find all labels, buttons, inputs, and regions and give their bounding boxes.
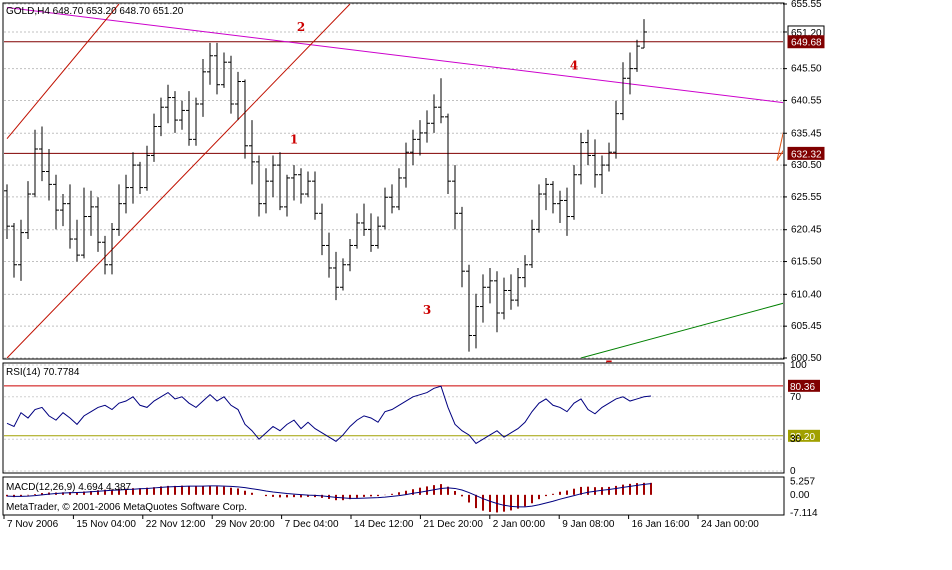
time-tick-label: 24 Jan 00:00 [701,519,759,530]
rsi-pane-frame [2,362,785,474]
price-tick-label: 645.50 [791,64,822,75]
price-axis: 655.55651.20645.50640.55635.45630.50625.… [783,0,825,364]
price-tag-label: 632.32 [791,149,822,160]
wave-label: 1 [290,132,298,146]
time-tick-label: 22 Nov 12:00 [146,519,206,530]
price-tick-label: 620.45 [791,225,822,236]
rsi-tick-label: 100 [790,360,807,371]
rsi-tick-label: 0 [790,466,796,477]
rsi-label: RSI(14) 70.7784 [6,367,80,378]
price-pane[interactable]: 12345 655.55651.20645.50640.55635.45630.… [2,0,952,373]
time-tick-label: 15 Nov 04:00 [76,519,136,530]
copyright-text: MetaTrader, © 2001-2006 MetaQuotes Softw… [6,502,247,513]
price-tick-label: 635.45 [791,128,822,139]
time-tick-label: 2 Jan 00:00 [493,519,546,530]
macd-axis: 5.257 0.00 -7.114 [790,476,818,519]
time-tick-label: 9 Jan 08:00 [562,519,615,530]
brand-text: MetaTrader [6,502,58,513]
macd-tick-label: 5.257 [790,476,815,487]
wave-label: 2 [297,20,305,34]
rsi-pane[interactable]: 80.3633.2010070300 RSI(14) 70.7784 [2,360,820,477]
time-tick-label: 7 Nov 2006 [7,519,59,530]
time-tick-label: 21 Dec 20:00 [423,519,483,530]
rsi-tick-label: 30 [790,434,802,445]
copyright-body: © 2001-2006 MetaQuotes Software Corp. [62,502,247,513]
chart-title: GOLD,H4 648.70 653.20 648.70 651.20 [6,6,184,17]
time-tick-label: 7 Dec 04:00 [285,519,339,530]
time-axis: 7 Nov 2006 15 Nov 04:00 22 Nov 12:00 29 Nov… [3,515,759,530]
price-tick-label: 630.50 [791,160,822,171]
rsi-axis: 80.3633.2010070300 [788,360,820,477]
macd-pane[interactable]: 5.257 0.00 -7.114 MACD(12,26,9) 4.694 4.38… [2,476,818,519]
macd-tick-label: 0.00 [790,490,810,501]
price-tick-label: 610.40 [791,289,822,300]
wave-label: 3 [423,303,431,317]
rsi-tick-label: 70 [790,392,802,403]
macd-tick-label: -7.114 [790,508,818,519]
price-tag-label: 649.68 [791,38,822,49]
price-tick-label: 615.50 [791,257,822,268]
chart-window[interactable]: 12345 655.55651.20645.50640.55635.45630.… [0,0,952,570]
time-tick-label: 16 Jan 16:00 [632,519,690,530]
price-tick-label: 655.55 [791,0,822,10]
price-tick-label: 640.55 [791,95,822,106]
price-tick-label: 605.45 [791,321,822,332]
time-tick-label: 29 Nov 20:00 [215,519,275,530]
macd-label: MACD(12,26,9) 4.694 4.387 [6,482,132,493]
price-tick-label: 625.55 [791,192,822,203]
wave-label: 4 [570,58,578,72]
time-tick-label: 14 Dec 12:00 [354,519,414,530]
price-pane-frame [2,2,785,360]
